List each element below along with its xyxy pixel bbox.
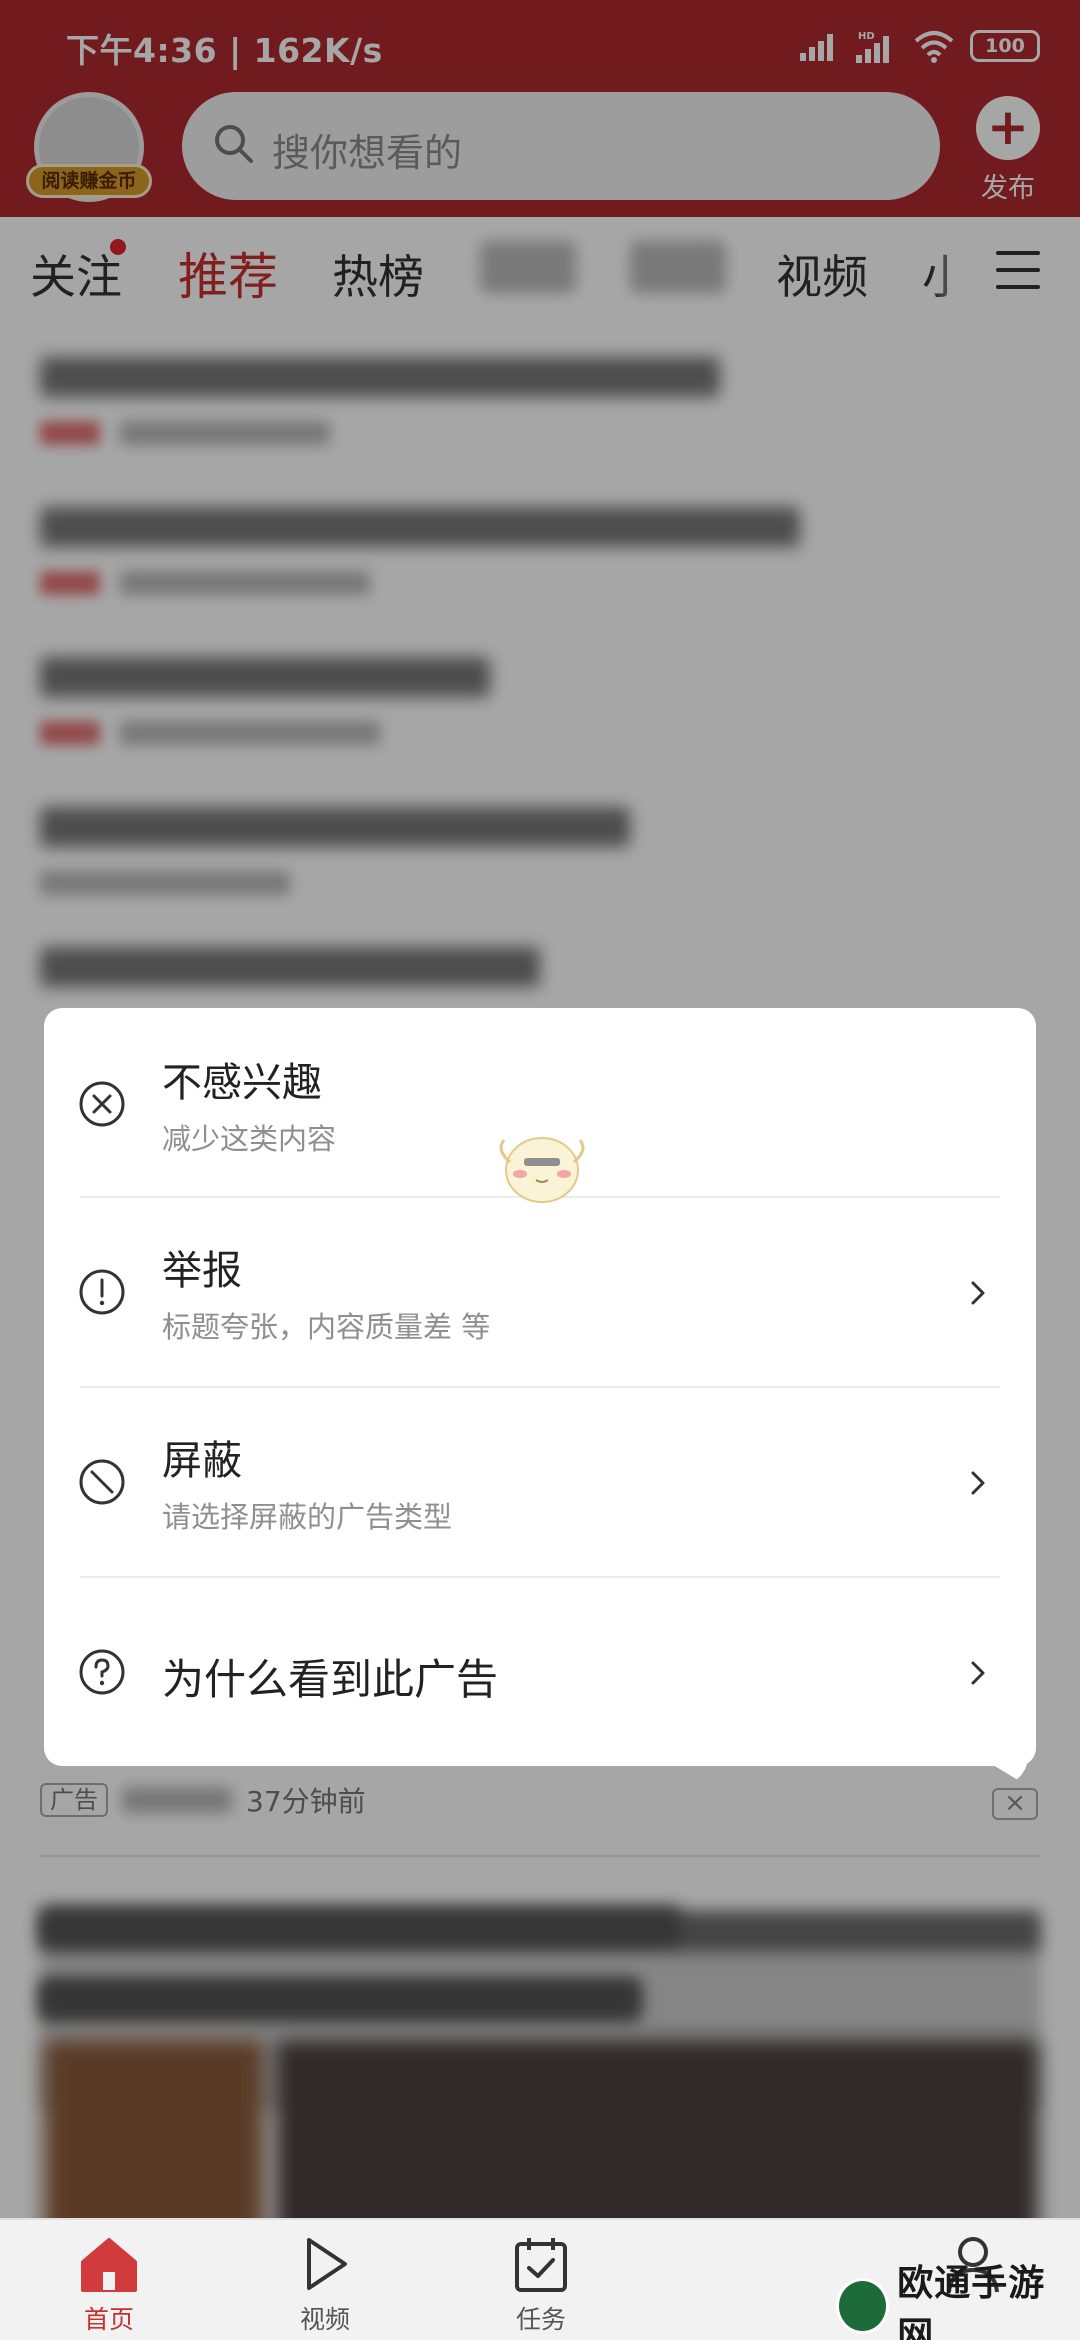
watermark-logo-icon (836, 2278, 890, 2334)
menu-item-report[interactable]: 举报 标题夸张，内容质量差 等 (44, 1198, 1036, 1386)
menu-item-title: 为什么看到此广告 (162, 1655, 499, 1704)
close-circle-icon (79, 1081, 125, 1127)
menu-item-why-this-ad[interactable]: 为什么看到此广告 (44, 1578, 1036, 1766)
menu-item-subtitle: 请选择屏蔽的广告类型 (162, 1500, 453, 1534)
block-circle-icon (79, 1459, 125, 1505)
exclamation-circle-icon (79, 1269, 125, 1315)
nav-home[interactable]: 首页 (44, 2234, 174, 2340)
mascot-sticker-icon (499, 1137, 585, 1203)
menu-item-block[interactable]: 屏蔽 请选择屏蔽的广告类型 (44, 1388, 1036, 1576)
chevron-right-icon (971, 1661, 985, 1685)
menu-item-title: 屏蔽 (162, 1438, 242, 1484)
calendar-check-icon (515, 2238, 567, 2292)
menu-item-title: 举报 (162, 1248, 242, 1294)
menu-item-title: 不感兴趣 (162, 1060, 322, 1106)
menu-item-subtitle: 减少这类内容 (162, 1122, 337, 1156)
play-icon (307, 2238, 347, 2290)
chevron-right-icon (971, 1281, 985, 1305)
watermark-text: 欧通手游网 (897, 2262, 1046, 2340)
nav-label: 视频 (299, 2305, 350, 2334)
home-icon (81, 2238, 137, 2292)
nav-label: 首页 (83, 2305, 134, 2334)
menu-item-subtitle: 标题夸张，内容质量差 等 (162, 1310, 491, 1344)
site-watermark: 欧通手游网 (836, 2262, 1072, 2340)
nav-tasks[interactable]: 任务 (476, 2234, 606, 2340)
chevron-right-icon (971, 1471, 985, 1495)
question-circle-icon (79, 1649, 125, 1695)
nav-video[interactable]: 视频 (260, 2234, 390, 2340)
nav-label: 任务 (515, 2305, 566, 2334)
